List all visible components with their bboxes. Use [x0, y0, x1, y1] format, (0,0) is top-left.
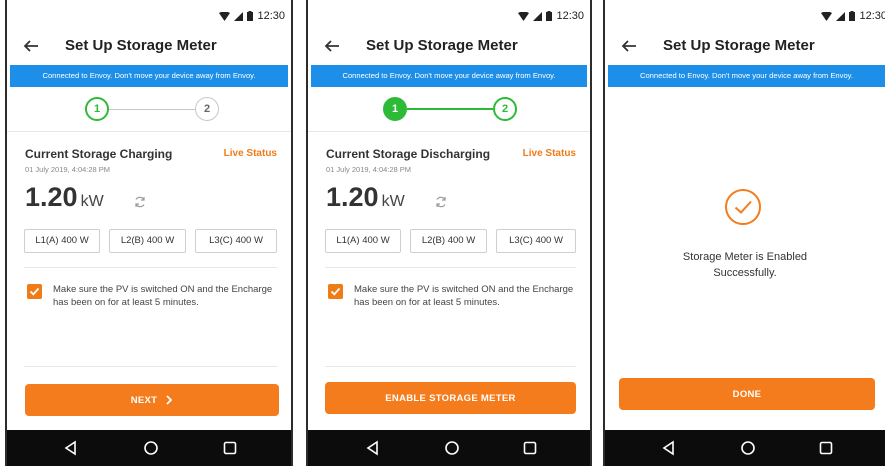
page-title: Set Up Storage Meter — [663, 37, 815, 54]
step-1-indicator: 1 — [85, 97, 109, 121]
home-circle-icon[interactable] — [443, 439, 461, 457]
clock: 12:30 — [859, 10, 885, 22]
wifi-icon — [219, 11, 231, 21]
cellular-signal-icon — [533, 11, 543, 21]
power-value: 1.20 — [326, 182, 379, 212]
page-title: Set Up Storage Meter — [65, 37, 217, 54]
screen-step-2: 12:30 Set Up Storage Meter Connected to … — [306, 0, 592, 466]
enable-button-label: ENABLE STORAGE METER — [385, 392, 516, 404]
divider — [24, 366, 277, 367]
divider — [308, 131, 590, 132]
android-nav-bar — [605, 430, 885, 466]
section-title: Current Storage Discharging — [326, 147, 491, 161]
phase-l1: L1(A) 400 W — [24, 229, 100, 253]
recents-square-icon[interactable] — [221, 439, 239, 457]
app-bar: Set Up Storage Meter — [7, 30, 291, 64]
power-unit: kW — [80, 193, 104, 210]
app-bar: Set Up Storage Meter — [605, 30, 885, 64]
divider — [24, 267, 277, 268]
phase-l1: L1(A) 400 W — [325, 229, 401, 253]
clock: 12:30 — [556, 10, 584, 22]
refresh-icon[interactable] — [133, 195, 147, 209]
power-unit: kW — [381, 193, 405, 210]
connection-banner: Connected to Envoy. Don't move your devi… — [10, 65, 288, 87]
wifi-icon — [518, 11, 530, 21]
divider — [325, 366, 576, 367]
chevron-right-icon — [166, 395, 173, 405]
screen-success: 12:30 Set Up Storage Meter Connected to … — [603, 0, 885, 466]
wifi-icon — [821, 11, 833, 21]
step-2-indicator: 2 — [195, 97, 219, 121]
stepper: 1 2 — [308, 97, 590, 123]
live-status-link[interactable]: Live Status — [224, 148, 277, 159]
power-value: 1.20 — [25, 182, 78, 212]
clock: 12:30 — [257, 10, 285, 22]
confirm-checkbox[interactable] — [27, 284, 42, 299]
back-triangle-icon[interactable] — [660, 439, 678, 457]
checkbox-label: Make sure the PV is switched ON and the … — [53, 284, 273, 308]
android-nav-bar — [308, 430, 590, 466]
timestamp: 01 July 2019, 4:04:28 PM — [25, 165, 111, 174]
screen-step-1: 12:30 Set Up Storage Meter Connected to … — [5, 0, 293, 466]
battery-icon — [247, 11, 254, 21]
recents-square-icon[interactable] — [521, 439, 539, 457]
success-line-1: Storage Meter is Enabled — [682, 251, 808, 263]
step-connector — [109, 109, 195, 110]
section-title: Current Storage Charging — [25, 147, 173, 161]
done-button[interactable]: DONE — [619, 378, 875, 410]
phase-l2: L2(B) 400 W — [410, 229, 487, 253]
status-bar: 12:30 — [308, 0, 590, 30]
cellular-signal-icon — [836, 11, 846, 21]
home-circle-icon[interactable] — [142, 439, 160, 457]
battery-icon — [849, 11, 856, 21]
stepper: 1 2 — [7, 97, 291, 123]
home-circle-icon[interactable] — [739, 439, 757, 457]
phase-l2: L2(B) 400 W — [109, 229, 186, 253]
back-arrow-icon[interactable] — [322, 36, 342, 56]
connection-banner: Connected to Envoy. Don't move your devi… — [608, 65, 885, 87]
done-button-label: DONE — [732, 388, 762, 400]
step-2-indicator: 2 — [493, 97, 517, 121]
checkbox-label: Make sure the PV is switched ON and the … — [354, 284, 574, 308]
phase-l3: L3(C) 400 W — [195, 229, 277, 253]
battery-icon — [546, 11, 553, 21]
divider — [325, 267, 576, 268]
status-bar: 12:30 — [7, 0, 291, 30]
power-reading: 1.20 kW — [326, 182, 405, 218]
status-bar: 12:30 — [605, 0, 885, 30]
back-arrow-icon[interactable] — [619, 36, 639, 56]
divider — [7, 131, 291, 132]
back-arrow-icon[interactable] — [21, 36, 41, 56]
step-1-indicator: 1 — [383, 97, 407, 121]
connection-banner: Connected to Envoy. Don't move your devi… — [311, 65, 587, 87]
next-button-label: NEXT — [130, 394, 158, 406]
timestamp: 01 July 2019, 4:04:28 PM — [326, 165, 412, 174]
checkmark-circle-icon — [725, 189, 761, 225]
back-triangle-icon[interactable] — [364, 439, 382, 457]
next-button[interactable]: NEXT — [25, 384, 279, 416]
android-nav-bar — [7, 430, 291, 466]
power-reading: 1.20 kW — [25, 182, 104, 218]
success-message: Storage Meter is Enabled Successfully. — [625, 249, 865, 281]
refresh-icon[interactable] — [434, 195, 448, 209]
phase-l3: L3(C) 400 W — [496, 229, 576, 253]
app-bar: Set Up Storage Meter — [308, 30, 590, 64]
enable-storage-meter-button[interactable]: ENABLE STORAGE METER — [325, 382, 576, 414]
recents-square-icon[interactable] — [817, 439, 835, 457]
success-line-2: Successfully. — [713, 267, 777, 279]
back-triangle-icon[interactable] — [62, 439, 80, 457]
confirm-checkbox[interactable] — [328, 284, 343, 299]
page-title: Set Up Storage Meter — [366, 37, 518, 54]
live-status-link[interactable]: Live Status — [523, 148, 576, 159]
step-connector — [407, 108, 493, 110]
cellular-signal-icon — [234, 11, 244, 21]
